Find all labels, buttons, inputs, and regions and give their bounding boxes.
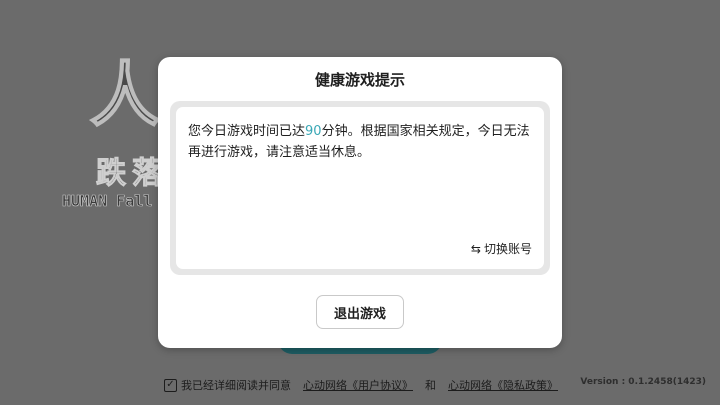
user-agreement-link[interactable]: 心动网络《用户协议》 [303,377,413,393]
logo-main-char: 人 [89,53,161,136]
message-before: 您今日游戏时间已达 [188,124,306,139]
agreement-and: 和 [425,379,436,392]
dialog-title: 健康游戏提示 [314,71,405,89]
check-icon: ✓ [166,379,175,390]
agree-checkbox[interactable]: ✓ [164,378,177,392]
message-box: 您今日游戏时间已达90分钟。根据国家相关规定，今日无法再进行游戏，请注意适当休息… [170,101,550,275]
agreement-prefix: 我已经详细阅读并同意 [181,379,291,392]
message-panel: 您今日游戏时间已达90分钟。根据国家相关规定，今日无法再进行游戏，请注意适当休息… [176,107,544,269]
privacy-policy-link[interactable]: 心动网络《隐私政策》 [448,377,558,393]
switch-account-button[interactable]: ⇆ 切换账号 [471,240,532,257]
message-text: 您今日游戏时间已达90分钟。根据国家相关规定，今日无法再进行游戏，请注意适当休息… [188,121,532,163]
minutes-value: 90 [305,124,322,139]
health-reminder-dialog: 健康游戏提示 您今日游戏时间已达90分钟。根据国家相关规定，今日无法再进行游戏，… [158,57,562,348]
version-label: Version : 0.1.2458(1423) [580,377,706,387]
swap-arrows-icon: ⇆ [470,241,481,256]
exit-game-button[interactable]: 退出游戏 [316,295,404,329]
agreement-row: ✓ 我已经详细阅读并同意 心动网络《用户协议》 和 心动网络《隐私政策》 [164,376,558,394]
switch-account-label: 切换账号 [483,242,532,256]
